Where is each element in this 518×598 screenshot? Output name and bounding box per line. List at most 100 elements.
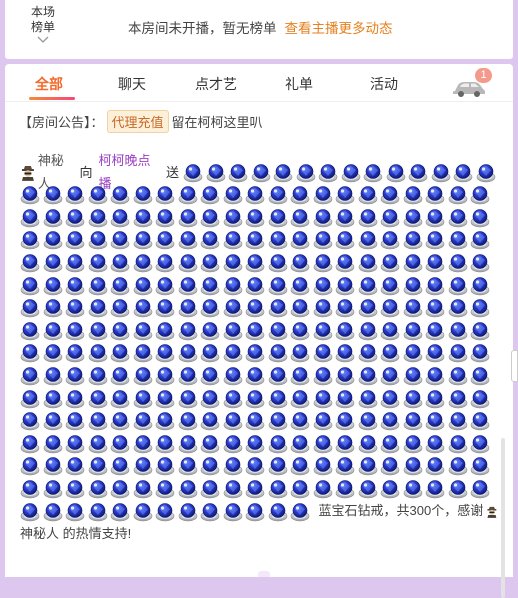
blue-sapphire-ring-icon <box>358 411 378 431</box>
blue-sapphire-ring-icon <box>313 479 333 499</box>
blue-sapphire-ring-icon <box>65 479 85 499</box>
blue-sapphire-ring-icon <box>20 276 40 296</box>
blue-sapphire-ring-icon <box>380 366 400 386</box>
scrollbar[interactable] <box>501 438 505 598</box>
tab-all[interactable]: 全部 <box>35 74 63 94</box>
blue-sapphire-ring-icon <box>88 479 108 499</box>
blue-sapphire-ring-icon <box>43 389 63 409</box>
blue-sapphire-ring-icon <box>223 321 243 341</box>
blue-sapphire-ring-icon <box>380 389 400 409</box>
blue-sapphire-ring-icon <box>133 366 153 386</box>
blue-sapphire-ring-icon <box>110 479 130 499</box>
blue-sapphire-ring-icon <box>268 479 288 499</box>
blue-sapphire-ring-icon <box>335 479 355 499</box>
blue-sapphire-ring-icon <box>290 321 310 341</box>
tab-chat[interactable]: 聊天 <box>118 74 146 94</box>
blue-sapphire-ring-icon <box>313 230 333 250</box>
blue-sapphire-ring-icon <box>268 456 288 476</box>
blue-sapphire-ring-icon <box>268 321 288 341</box>
blue-sapphire-ring-icon <box>133 389 153 409</box>
blue-sapphire-ring-icon <box>43 321 63 341</box>
gem-row <box>20 252 498 275</box>
blue-sapphire-ring-icon <box>223 366 243 386</box>
rank-list-toggle[interactable]: 本场 榜单 <box>25 5 61 44</box>
blue-sapphire-ring-icon <box>290 253 310 273</box>
blue-sapphire-ring-icon <box>268 434 288 454</box>
gem-row <box>20 297 498 320</box>
blue-sapphire-ring-icon <box>155 411 175 431</box>
blue-sapphire-ring-icon <box>448 389 468 409</box>
blue-sapphire-ring-icon <box>425 456 445 476</box>
blue-sapphire-ring-icon <box>155 389 175 409</box>
view-anchor-updates-link[interactable]: 查看主播更多动态 <box>285 21 393 36</box>
blue-sapphire-ring-icon <box>133 321 153 341</box>
blue-sapphire-ring-icon <box>290 502 310 522</box>
blue-sapphire-ring-icon <box>431 163 451 183</box>
blue-sapphire-ring-icon <box>133 230 153 250</box>
blue-sapphire-ring-icon <box>110 208 130 228</box>
blue-sapphire-ring-icon <box>380 456 400 476</box>
rank-status: 本房间未开播，暂无榜单 查看主播更多动态 <box>128 17 393 37</box>
blue-sapphire-ring-icon <box>200 343 220 363</box>
mysterious-person-icon <box>20 165 36 181</box>
mysterious-person-icon <box>486 504 498 520</box>
blue-sapphire-ring-icon <box>178 321 198 341</box>
blue-sapphire-ring-icon <box>133 343 153 363</box>
rank-toggle-label-2: 榜单 <box>30 20 55 34</box>
blue-sapphire-ring-icon <box>223 298 243 318</box>
blue-sapphire-ring-icon <box>290 276 310 296</box>
side-collapse-handle[interactable] <box>511 350 518 382</box>
blue-sapphire-ring-icon <box>200 208 220 228</box>
gem-row <box>20 184 498 207</box>
gem-row <box>20 365 498 388</box>
blue-sapphire-ring-icon <box>245 411 265 431</box>
blue-sapphire-ring-icon <box>290 185 310 205</box>
blue-sapphire-ring-icon <box>133 253 153 273</box>
blue-sapphire-ring-icon <box>425 343 445 363</box>
active-tab-indicator <box>29 97 75 100</box>
tab-events[interactable]: 活动 <box>370 74 398 94</box>
blue-sapphire-ring-icon <box>358 434 378 454</box>
blue-sapphire-ring-icon <box>200 502 220 522</box>
blue-sapphire-ring-icon <box>425 434 445 454</box>
blue-sapphire-ring-icon <box>155 298 175 318</box>
blue-sapphire-ring-icon <box>223 253 243 273</box>
blue-sapphire-ring-icon <box>313 298 333 318</box>
blue-sapphire-ring-icon <box>470 321 490 341</box>
send-word: 送 <box>165 164 179 180</box>
blue-sapphire-ring-icon <box>245 230 265 250</box>
blue-sapphire-ring-icon <box>313 456 333 476</box>
blue-sapphire-ring-icon <box>200 366 220 386</box>
tab-gift-list[interactable]: 礼单 <box>285 74 313 94</box>
blue-sapphire-ring-icon <box>448 298 468 318</box>
blue-sapphire-ring-icon <box>358 208 378 228</box>
blue-sapphire-ring-icon <box>335 321 355 341</box>
tab-talent[interactable]: 点才艺 <box>195 74 237 94</box>
gift-message: 神秘人 向 柯柯晚点播 送 蓝宝石钻戒，共300个，感谢 神秘人 的热情支持! <box>20 153 498 546</box>
blue-sapphire-ring-icon <box>290 366 310 386</box>
blue-sapphire-ring-icon <box>313 321 333 341</box>
room-notice: 【房间公告】： 代理充值 留在柯柯这里叭 <box>19 110 263 133</box>
car-button[interactable]: 1 <box>452 68 492 98</box>
blue-sapphire-ring-icon <box>200 276 220 296</box>
recharge-agent-tag[interactable]: 代理充值 <box>106 110 169 133</box>
blue-sapphire-ring-icon <box>65 411 85 431</box>
blue-sapphire-ring-icon <box>178 298 198 318</box>
blue-sapphire-ring-icon <box>88 502 108 522</box>
blue-sapphire-ring-icon <box>20 321 40 341</box>
scroll-to-bottom-handle[interactable] <box>258 571 270 577</box>
blue-sapphire-ring-icon <box>425 208 445 228</box>
blue-sapphire-ring-icon <box>228 163 248 183</box>
blue-sapphire-ring-icon <box>448 479 468 499</box>
blue-sapphire-ring-icon <box>20 502 40 522</box>
blue-sapphire-ring-icon <box>20 253 40 273</box>
blue-sapphire-ring-icon <box>43 434 63 454</box>
blue-sapphire-ring-icon <box>403 208 423 228</box>
blue-sapphire-ring-icon <box>200 230 220 250</box>
receiver-name[interactable]: 柯柯晚点播 <box>99 150 163 195</box>
gem-row <box>20 342 498 365</box>
blue-sapphire-ring-icon <box>448 366 468 386</box>
blue-sapphire-ring-icon <box>178 366 198 386</box>
gift-summary: 蓝宝石钻戒，共300个，感谢 <box>318 503 484 519</box>
blue-sapphire-ring-icon <box>178 253 198 273</box>
